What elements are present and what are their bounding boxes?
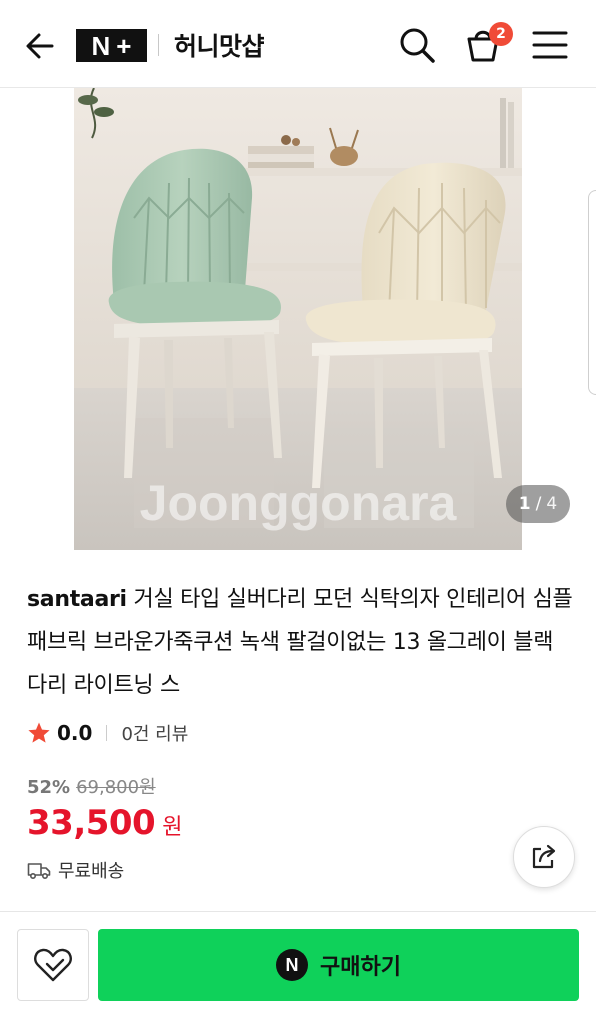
current-page: 1 [518, 494, 531, 514]
star-icon [28, 722, 50, 743]
wishlist-button[interactable] [17, 929, 89, 1001]
search-icon[interactable] [396, 24, 438, 66]
logo-letter: N [91, 30, 111, 61]
review-count[interactable]: 0건 리뷰 [121, 720, 188, 746]
discount-row: 52% 69,800원 [27, 773, 156, 799]
shipping-text: 무료배송 [58, 861, 125, 882]
currency-unit: 원 [162, 815, 183, 840]
rating-value: 0.0 [57, 721, 93, 745]
cart-count-badge: 2 [489, 22, 513, 46]
price-row: 33,500 원 [27, 803, 182, 843]
header: N + 허니맛샵 2 [0, 0, 596, 88]
rating-divider [106, 725, 108, 741]
product-brand[interactable]: santaari [27, 587, 127, 612]
side-scroll-tab[interactable] [588, 190, 596, 395]
truck-icon [27, 863, 51, 880]
logo-plus: + [116, 30, 132, 61]
product-image[interactable]: Joonggonara [74, 88, 522, 550]
store-name[interactable]: 허니맛샵 [174, 27, 265, 63]
back-arrow-icon[interactable] [22, 28, 58, 64]
npay-icon: N [276, 949, 309, 981]
original-price: 69,800원 [76, 777, 156, 798]
product-title: santaari 거실 타입 실버다리 모던 식탁의자 인테리어 심플 패브릭 … [27, 578, 575, 707]
naver-plus-logo[interactable]: N + [76, 29, 147, 62]
rating-row[interactable]: 0.0 0건 리뷰 [27, 718, 188, 748]
shipping-info: 무료배송 [27, 857, 124, 883]
menu-icon[interactable] [530, 24, 572, 66]
header-divider [158, 34, 159, 56]
buy-button[interactable]: N 구매하기 [98, 929, 579, 1001]
share-icon [532, 844, 556, 869]
watermark-text: Joonggonara [140, 475, 458, 531]
heart-icon [34, 948, 72, 982]
discount-rate: 52% [27, 777, 71, 798]
page-separator: / [535, 494, 542, 514]
share-button[interactable] [513, 826, 575, 888]
bottom-action-bar: N 구매하기 [0, 911, 596, 1024]
buy-button-label: 구매하기 [320, 955, 401, 980]
image-page-indicator: 1 / 4 [506, 485, 570, 523]
total-pages: 4 [546, 494, 558, 514]
sale-price: 33,500 [27, 803, 156, 843]
chair-photo: Joonggonara [74, 88, 522, 550]
